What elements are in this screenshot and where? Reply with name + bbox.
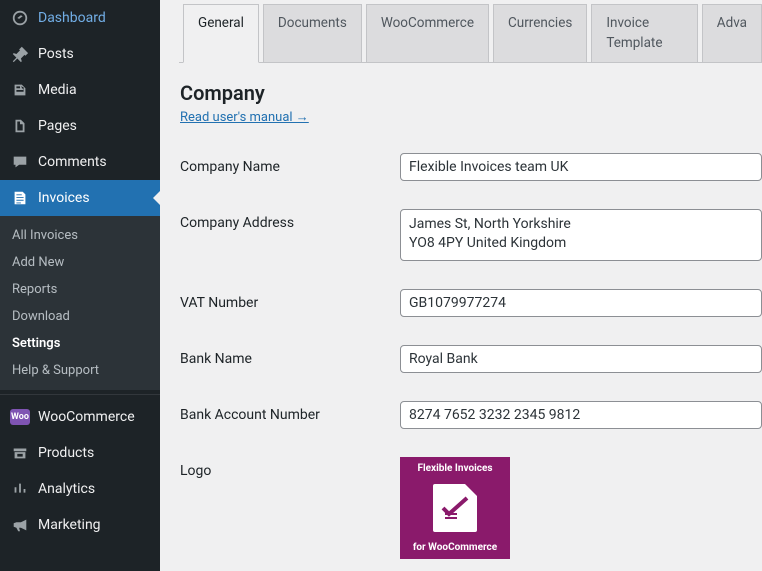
logo-text-bottom: for WooCommerce bbox=[413, 542, 497, 553]
dashboard-icon bbox=[10, 8, 30, 28]
tab-invoice-template[interactable]: Invoice Template bbox=[591, 4, 697, 62]
input-bank-account[interactable] bbox=[400, 401, 762, 429]
analytics-icon bbox=[10, 479, 30, 499]
products-icon bbox=[10, 443, 30, 463]
input-company-name[interactable] bbox=[400, 153, 762, 181]
label-company-address: Company Address bbox=[180, 209, 400, 231]
submenu-item-settings[interactable]: Settings bbox=[0, 330, 160, 357]
submenu-item-download[interactable]: Download bbox=[0, 303, 160, 330]
sidebar-item-comments[interactable]: Comments bbox=[0, 144, 160, 180]
media-icon bbox=[10, 80, 30, 100]
tab-documents[interactable]: Documents bbox=[263, 4, 362, 62]
sidebar-item-label: Media bbox=[38, 82, 77, 98]
settings-tabs: General Documents WooCommerce Currencies… bbox=[179, 4, 762, 63]
document-check-icon bbox=[433, 484, 477, 532]
input-vat-number[interactable] bbox=[400, 289, 762, 317]
label-bank-account: Bank Account Number bbox=[180, 401, 400, 423]
label-company-name: Company Name bbox=[180, 153, 400, 175]
sidebar-item-dashboard[interactable]: Dashboard bbox=[0, 0, 160, 36]
sidebar-item-woocommerce[interactable]: Woo WooCommerce bbox=[0, 399, 160, 435]
section-title: Company bbox=[180, 81, 762, 105]
sidebar-item-invoices[interactable]: Invoices bbox=[0, 180, 160, 216]
submenu-item-all-invoices[interactable]: All Invoices bbox=[0, 222, 160, 249]
content-area: General Documents WooCommerce Currencies… bbox=[160, 0, 762, 571]
label-bank-name: Bank Name bbox=[180, 345, 400, 367]
submenu-item-add-new[interactable]: Add New bbox=[0, 249, 160, 276]
sidebar-item-label: WooCommerce bbox=[38, 409, 135, 425]
comments-icon bbox=[10, 152, 30, 172]
pin-icon bbox=[10, 44, 30, 64]
invoices-icon bbox=[10, 188, 30, 208]
sidebar-item-products[interactable]: Products bbox=[0, 435, 160, 471]
sidebar-item-label: Analytics bbox=[38, 481, 95, 497]
sidebar-item-media[interactable]: Media bbox=[0, 72, 160, 108]
tab-advanced[interactable]: Adva bbox=[702, 4, 762, 62]
sidebar-item-posts[interactable]: Posts bbox=[0, 36, 160, 72]
sidebar-submenu-invoices: All Invoices Add New Reports Download Se… bbox=[0, 216, 160, 390]
sidebar-item-label: Posts bbox=[38, 46, 74, 62]
admin-sidebar: Dashboard Posts Media Pages Comments Inv… bbox=[0, 0, 160, 571]
sidebar-item-label: Pages bbox=[38, 118, 77, 134]
input-bank-name[interactable] bbox=[400, 345, 762, 373]
row-bank-name: Bank Name bbox=[180, 345, 762, 373]
sidebar-item-label: Marketing bbox=[38, 517, 101, 533]
row-company-address: Company Address bbox=[180, 209, 762, 261]
input-company-address[interactable] bbox=[400, 209, 762, 261]
sidebar-item-label: Comments bbox=[38, 154, 107, 170]
row-logo: Logo Flexible Invoices for WooCommerce bbox=[180, 457, 762, 559]
row-company-name: Company Name bbox=[180, 153, 762, 181]
megaphone-icon bbox=[10, 515, 30, 535]
manual-link[interactable]: Read user's manual → bbox=[180, 110, 309, 125]
tab-general[interactable]: General bbox=[183, 4, 259, 63]
pages-icon bbox=[10, 116, 30, 136]
row-vat-number: VAT Number bbox=[180, 289, 762, 317]
woocommerce-icon: Woo bbox=[10, 407, 30, 427]
tab-currencies[interactable]: Currencies bbox=[493, 4, 587, 62]
company-form: Company Name Company Address VAT Number … bbox=[180, 153, 762, 559]
sidebar-item-label: Products bbox=[38, 445, 94, 461]
label-logo: Logo bbox=[180, 457, 400, 479]
sidebar-item-analytics[interactable]: Analytics bbox=[0, 471, 160, 507]
submenu-item-reports[interactable]: Reports bbox=[0, 276, 160, 303]
tab-woocommerce[interactable]: WooCommerce bbox=[366, 4, 489, 62]
logo-preview[interactable]: Flexible Invoices for WooCommerce bbox=[400, 457, 510, 559]
logo-text-top: Flexible Invoices bbox=[418, 463, 493, 474]
sidebar-item-pages[interactable]: Pages bbox=[0, 108, 160, 144]
sidebar-item-label: Invoices bbox=[38, 190, 90, 206]
submenu-item-help[interactable]: Help & Support bbox=[0, 357, 160, 384]
sidebar-item-marketing[interactable]: Marketing bbox=[0, 507, 160, 543]
sidebar-item-label: Dashboard bbox=[38, 10, 106, 26]
label-vat-number: VAT Number bbox=[180, 289, 400, 311]
row-bank-account: Bank Account Number bbox=[180, 401, 762, 429]
